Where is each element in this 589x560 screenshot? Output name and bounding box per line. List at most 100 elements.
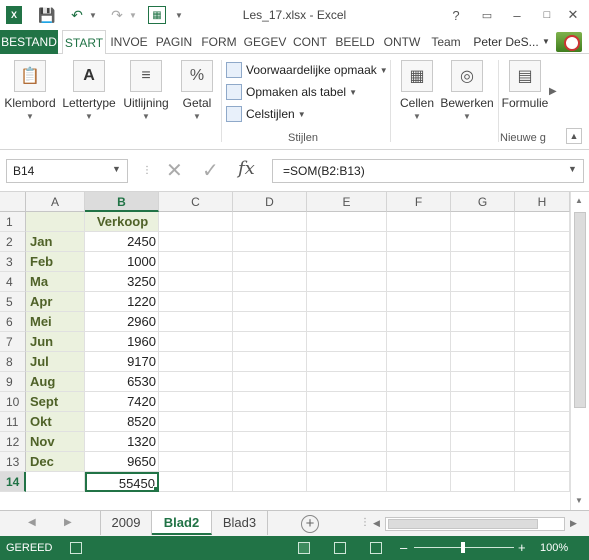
row-header-11[interactable]: 11: [0, 412, 26, 432]
cell-e5[interactable]: [307, 292, 387, 312]
cell-d13[interactable]: [233, 452, 307, 472]
cell-e11[interactable]: [307, 412, 387, 432]
worksheet-grid[interactable]: A B C D E F G H 1 Verkoop 2 Jan 2450 3 Feb 1000…: [0, 192, 570, 510]
cell-g10[interactable]: [451, 392, 515, 412]
row-header-2[interactable]: 2: [0, 232, 26, 252]
vertical-scrollbar[interactable]: ▲ ▼: [570, 192, 589, 510]
cell-e9[interactable]: [307, 372, 387, 392]
cell-b1[interactable]: Verkoop: [85, 212, 159, 232]
row-header-14[interactable]: 14: [0, 472, 26, 492]
cell-d9[interactable]: [233, 372, 307, 392]
cell-b5[interactable]: 1220: [85, 292, 159, 312]
cell-c1[interactable]: [159, 212, 233, 232]
cell-a2[interactable]: Jan: [26, 232, 85, 252]
cell-styles-button[interactable]: Celstijlen ▼: [226, 104, 306, 124]
column-header-c[interactable]: C: [159, 192, 233, 212]
column-header-a[interactable]: A: [26, 192, 85, 212]
cell-h12[interactable]: [515, 432, 570, 452]
select-all-corner[interactable]: [0, 192, 26, 212]
cell-f2[interactable]: [387, 232, 451, 252]
cell-a8[interactable]: Jul: [26, 352, 85, 372]
cell-d7[interactable]: [233, 332, 307, 352]
page-break-view-icon[interactable]: [370, 542, 382, 554]
zoom-slider[interactable]: [414, 542, 514, 553]
zoom-level[interactable]: 100%: [540, 542, 568, 554]
column-header-h[interactable]: H: [515, 192, 570, 212]
row-header-6[interactable]: 6: [0, 312, 26, 332]
cell-f4[interactable]: [387, 272, 451, 292]
cells-button[interactable]: ▦ Cellen ▼: [396, 60, 438, 121]
sheet-tab-blad3[interactable]: Blad3: [212, 511, 268, 535]
cell-h10[interactable]: [515, 392, 570, 412]
cell-g9[interactable]: [451, 372, 515, 392]
cell-a13[interactable]: Dec: [26, 452, 85, 472]
cell-f8[interactable]: [387, 352, 451, 372]
cell-e13[interactable]: [307, 452, 387, 472]
cell-c11[interactable]: [159, 412, 233, 432]
tab-beeld[interactable]: BEELD: [332, 30, 378, 54]
cell-g2[interactable]: [451, 232, 515, 252]
clipboard-button[interactable]: 📋 Klembord ▼: [2, 60, 58, 121]
font-button[interactable]: A Lettertype ▼: [60, 60, 118, 121]
sheet-tab-blad2[interactable]: Blad2: [152, 511, 212, 535]
cell-h1[interactable]: [515, 212, 570, 232]
cell-c10[interactable]: [159, 392, 233, 412]
cell-b4[interactable]: 3250: [85, 272, 159, 292]
cell-a11[interactable]: Okt: [26, 412, 85, 432]
cell-f10[interactable]: [387, 392, 451, 412]
cell-h13[interactable]: [515, 452, 570, 472]
cell-c6[interactable]: [159, 312, 233, 332]
cell-g12[interactable]: [451, 432, 515, 452]
cell-a4[interactable]: Ma: [26, 272, 85, 292]
cell-f1[interactable]: [387, 212, 451, 232]
row-header-1[interactable]: 1: [0, 212, 26, 232]
cell-b2[interactable]: 2450: [85, 232, 159, 252]
cell-d14[interactable]: [233, 472, 307, 492]
zoom-out-icon[interactable]: –: [400, 540, 407, 555]
row-header-13[interactable]: 13: [0, 452, 26, 472]
cell-h14[interactable]: [515, 472, 570, 492]
cell-c3[interactable]: [159, 252, 233, 272]
cell-b10[interactable]: 7420: [85, 392, 159, 412]
cell-b14[interactable]: 55450: [85, 472, 159, 492]
cell-b13[interactable]: 9650: [85, 452, 159, 472]
row-header-7[interactable]: 7: [0, 332, 26, 352]
zoom-slider-knob[interactable]: [461, 542, 465, 553]
cell-d11[interactable]: [233, 412, 307, 432]
ribbon-scroll-right-icon[interactable]: ▶: [549, 86, 557, 97]
cell-g5[interactable]: [451, 292, 515, 312]
column-header-b[interactable]: B: [85, 192, 159, 212]
maximize-icon[interactable]: □: [536, 4, 558, 26]
cell-d10[interactable]: [233, 392, 307, 412]
cell-e14[interactable]: [307, 472, 387, 492]
help-button[interactable]: ?: [445, 4, 467, 26]
cell-e12[interactable]: [307, 432, 387, 452]
cell-f11[interactable]: [387, 412, 451, 432]
tab-start[interactable]: START: [62, 30, 106, 55]
cell-a12[interactable]: Nov: [26, 432, 85, 452]
add-sheet-icon[interactable]: +: [301, 515, 319, 533]
cell-b7[interactable]: 1960: [85, 332, 159, 352]
minimize-icon[interactable]: –: [506, 4, 528, 26]
scroll-down-icon[interactable]: ▼: [575, 496, 583, 505]
tab-invoegen[interactable]: INVOE: [108, 30, 150, 54]
cell-a14[interactable]: [26, 472, 85, 492]
cell-f7[interactable]: [387, 332, 451, 352]
number-button[interactable]: % Getal ▼: [176, 60, 218, 121]
form-button[interactable]: ▤ Formulie: [502, 60, 548, 110]
sheet-next-icon[interactable]: ▶: [64, 517, 72, 528]
cell-c14[interactable]: [159, 472, 233, 492]
scroll-left-icon[interactable]: ◀: [373, 518, 380, 529]
cell-b6[interactable]: 2960: [85, 312, 159, 332]
cell-b8[interactable]: 9170: [85, 352, 159, 372]
cell-f9[interactable]: [387, 372, 451, 392]
cell-c9[interactable]: [159, 372, 233, 392]
ribbon-display-icon[interactable]: ▭: [476, 4, 498, 26]
cell-a6[interactable]: Mei: [26, 312, 85, 332]
cell-h5[interactable]: [515, 292, 570, 312]
cell-c8[interactable]: [159, 352, 233, 372]
cell-e1[interactable]: [307, 212, 387, 232]
avatar[interactable]: [556, 32, 582, 52]
horizontal-scrollbar[interactable]: [385, 517, 565, 531]
user-name[interactable]: Peter DeS...: [472, 30, 540, 54]
